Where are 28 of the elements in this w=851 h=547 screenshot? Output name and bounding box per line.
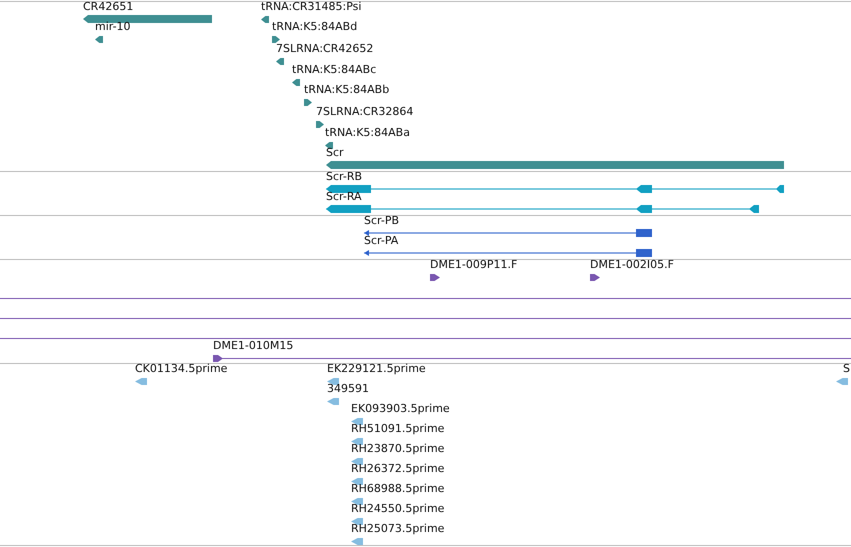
feature-label: Scr	[326, 146, 344, 160]
feature-label: DME1-010M15	[213, 339, 294, 353]
feature-label: 349591	[327, 382, 369, 396]
feature-label: tRNA:K5:84ABc	[292, 63, 376, 77]
feature-label: RH68988.5prime	[351, 482, 444, 496]
feature-label: CR42651	[83, 0, 134, 14]
feature-label: CK01134.5prime	[135, 362, 228, 376]
feature-label: RH24550.5prime	[351, 502, 444, 516]
feature-label: RH51091.5prime	[351, 422, 444, 436]
feature-label: EK229121.5prime	[327, 362, 426, 376]
feature-label: tRNA:K5:84ABd	[272, 20, 358, 34]
feature-label: RH23870.5prime	[351, 442, 444, 456]
feature-label: Scr-PB	[364, 214, 399, 228]
feature-label: RH26372.5prime	[351, 462, 444, 476]
feature-label: DME1-009P11.F	[430, 258, 518, 272]
feature-label: tRNA:K5:84ABa	[325, 126, 410, 140]
feature-label: Scr-RB	[326, 170, 362, 184]
feature-label: Scr-PA	[364, 234, 398, 248]
feature-label: tRNA:K5:84ABb	[304, 83, 390, 97]
feature-label: tRNA:CR31485:Psi	[261, 0, 362, 14]
feature-label: EK093903.5prime	[351, 402, 450, 416]
feature-label: RH25073.5prime	[351, 522, 444, 536]
feature-label: DME1-002I05.F	[590, 258, 674, 272]
feature-label: Scr-RA	[326, 190, 362, 204]
feature-label: 7SLRNA:CR42652	[276, 42, 374, 56]
feature-label: mir-10	[95, 20, 131, 34]
feature-label: 7SLRNA:CR32864	[316, 105, 414, 119]
feature-label: S	[843, 362, 850, 376]
